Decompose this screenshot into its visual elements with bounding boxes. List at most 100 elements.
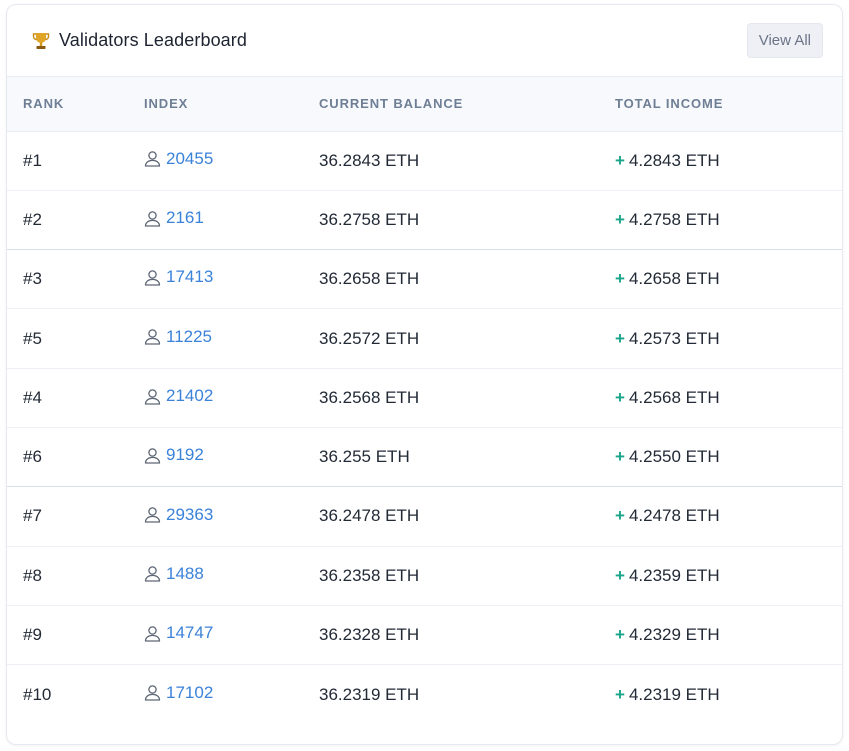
income-cell: +4.2568 ETH (615, 368, 842, 428)
index-cell: 11225 (144, 308, 319, 369)
user-icon (144, 328, 161, 345)
table-row: #1 20455 36.2843 ETH +4.2843 ETH (7, 131, 842, 191)
income-value: 4.2843 ETH (628, 150, 720, 170)
leaderboard-table: RANK INDEX CURRENT BALANCE TOTAL INCOME … (7, 77, 842, 724)
plus-icon: + (615, 328, 625, 348)
index-cell: 9192 (144, 427, 319, 488)
income-value: 4.2550 ETH (628, 447, 720, 467)
index-cell: 20455 (144, 131, 319, 191)
rank-cell: #3 (7, 249, 144, 310)
index-cell: 14747 (144, 605, 319, 666)
index-cell: 17102 (144, 665, 319, 724)
rank-cell: #10 (23, 684, 52, 704)
balance-cell: 36.2478 ETH (319, 486, 615, 547)
validator-index-link[interactable]: 1488 (144, 564, 204, 584)
income-value: 4.2568 ETH (628, 387, 720, 407)
validator-index-link[interactable]: 17413 (144, 267, 213, 287)
validator-index: 9192 (166, 445, 204, 465)
user-icon (144, 625, 161, 642)
plus-icon: + (615, 625, 625, 645)
income-value: 4.2329 ETH (628, 625, 720, 645)
plus-icon: + (615, 209, 625, 229)
trophy-icon (31, 31, 51, 51)
validator-index: 21402 (166, 386, 214, 406)
validator-index-link[interactable]: 11225 (144, 327, 212, 347)
income-value: 4.2478 ETH (628, 506, 720, 526)
income-cell: +4.2550 ETH (615, 427, 842, 488)
validator-index: 14747 (166, 623, 214, 643)
user-icon (144, 506, 161, 523)
income-cell: +4.2478 ETH (615, 486, 842, 547)
validator-index: 20455 (166, 148, 214, 168)
balance-cell: 36.2319 ETH (319, 684, 420, 704)
validator-index: 17102 (166, 682, 214, 702)
validator-index: 1488 (166, 563, 204, 583)
page-title: Validators Leaderboard (59, 30, 247, 50)
validator-index: 11225 (166, 326, 213, 346)
table-row: #8 1488 36.2358 ETH +4.2359 ETH (7, 546, 842, 606)
table-row: #3 17413 36.2658 ETH +4.2658 ETH (7, 249, 842, 310)
index-cell: 2161 (144, 190, 319, 251)
rank-cell: #8 (7, 546, 144, 606)
card-header: Validators Leaderboard View All (7, 5, 842, 77)
income-value: 4.2359 ETH (628, 565, 720, 585)
income-cell: +4.2359 ETH (615, 546, 842, 606)
rank-cell: #7 (7, 486, 144, 547)
balance-cell: 36.2572 ETH (319, 308, 615, 369)
column-header-rank[interactable]: RANK (7, 77, 144, 132)
validator-index: 17413 (166, 267, 214, 287)
validator-index-link[interactable]: 14747 (144, 623, 213, 643)
column-header-index[interactable]: INDEX (144, 77, 319, 132)
table-header: RANK INDEX CURRENT BALANCE TOTAL INCOME (7, 77, 842, 132)
validator-index-link[interactable]: 21402 (144, 386, 213, 406)
income-value: 4.2658 ETH (628, 269, 720, 289)
table-row: #6 9192 36.255 ETH +4.2550 ETH (7, 427, 842, 488)
table-row: #5 11225 36.2572 ETH +4.2573 ETH (7, 308, 842, 369)
balance-cell: 36.2758 ETH (319, 190, 615, 251)
plus-icon: + (615, 150, 625, 170)
table-row: #4 21402 36.2568 ETH +4.2568 ETH (7, 368, 842, 428)
user-icon (144, 565, 161, 583)
balance-cell: 36.255 ETH (319, 427, 615, 488)
validator-index-link[interactable]: 2161 (144, 208, 204, 228)
table-header-row: RANK INDEX CURRENT BALANCE TOTAL INCOME (7, 77, 842, 132)
table-row: #2 2161 36.2758 ETH +4.2758 ETH (7, 190, 842, 251)
rank-cell: #4 (7, 368, 144, 428)
view-all-button[interactable]: View All (746, 23, 823, 58)
plus-icon: + (615, 565, 625, 585)
column-header-balance[interactable]: CURRENT BALANCE (319, 77, 615, 132)
index-cell: 17413 (144, 249, 319, 310)
plus-icon: + (615, 684, 625, 704)
index-cell: 21402 (144, 368, 319, 428)
income-cell: +4.2573 ETH (615, 308, 842, 369)
balance-cell: 36.2568 ETH (319, 368, 615, 428)
column-header-income[interactable]: TOTAL INCOME (615, 77, 842, 132)
user-icon (144, 150, 161, 168)
validator-index-link[interactable]: 29363 (144, 505, 213, 525)
income-cell: +4.2843 ETH (615, 131, 842, 191)
validator-index-link[interactable]: 9192 (144, 445, 204, 465)
income-value: 4.2573 ETH (628, 328, 720, 348)
rank-cell: #1 (7, 131, 144, 191)
table-row: #10 17102 36.2319 ETH +4.2319 ETH (7, 665, 842, 724)
income-cell: +4.2329 ETH (615, 605, 842, 666)
rank-cell: #2 (7, 190, 144, 251)
table-row: #7 29363 36.2478 ETH +4.2478 ETH (7, 486, 842, 547)
user-icon (144, 269, 161, 286)
validator-index: 29363 (166, 504, 214, 524)
user-icon (144, 684, 161, 701)
validator-index-link[interactable]: 20455 (144, 149, 213, 169)
title-wrap: Validators Leaderboard (31, 30, 247, 51)
rank-cell: #6 (7, 427, 144, 488)
balance-cell: 36.2358 ETH (319, 546, 615, 606)
balance-cell: 36.2843 ETH (319, 131, 615, 191)
validators-leaderboard-card: Validators Leaderboard View All RANK IND… (6, 4, 843, 745)
table-row: #9 14747 36.2328 ETH +4.2329 ETH (7, 605, 842, 666)
income-cell: +4.2658 ETH (615, 249, 842, 310)
income-cell: +4.2758 ETH (615, 190, 842, 251)
index-cell: 29363 (144, 486, 319, 547)
rank-cell: #5 (7, 308, 144, 369)
plus-icon: + (615, 269, 625, 289)
user-icon (144, 388, 161, 405)
validator-index-link[interactable]: 17102 (144, 683, 213, 703)
